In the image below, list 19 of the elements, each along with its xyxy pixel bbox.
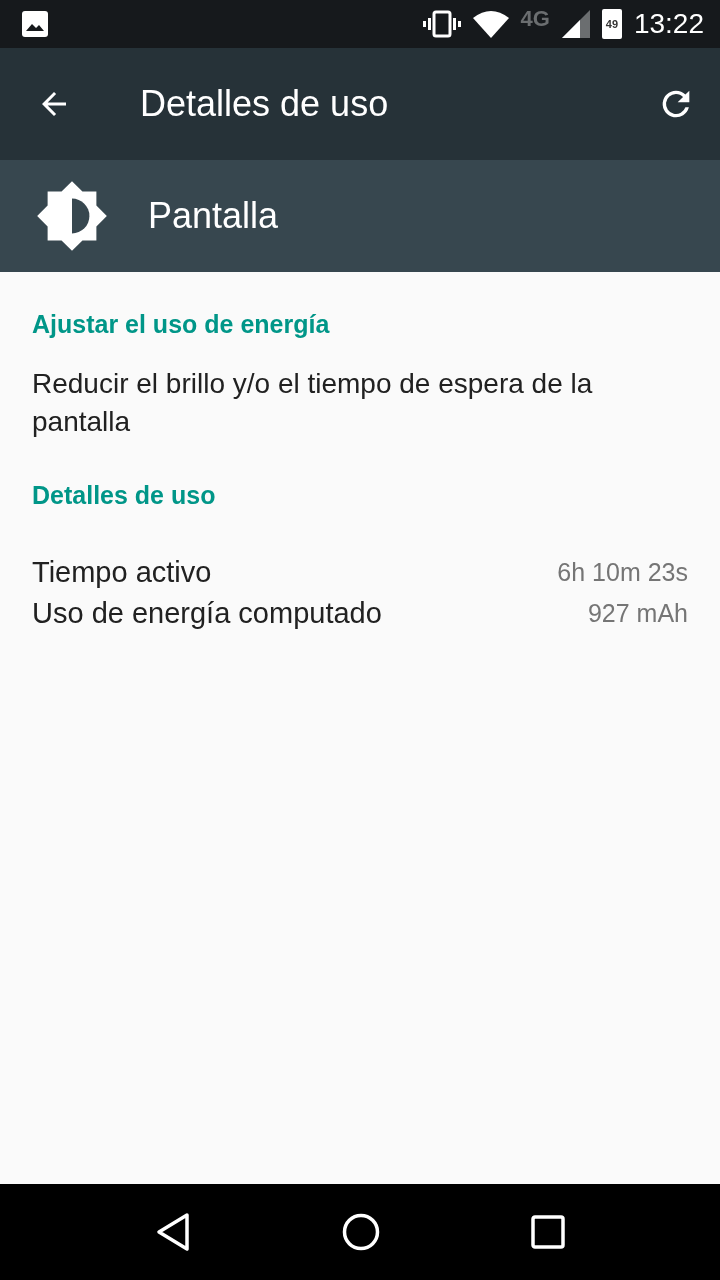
app-bar-title: Detalles de uso bbox=[140, 83, 389, 125]
stat-value: 927 mAh bbox=[587, 599, 688, 628]
section-header: Ajustar el uso de energía bbox=[32, 310, 331, 339]
signal-icon bbox=[561, 10, 590, 38]
section-header: Detalles de uso bbox=[32, 481, 217, 510]
vibrate-icon bbox=[422, 10, 461, 38]
wifi-icon bbox=[472, 10, 509, 38]
app-name: Pantalla bbox=[148, 195, 279, 237]
battery-icon: 49 bbox=[601, 9, 622, 39]
image-icon bbox=[22, 11, 48, 37]
tip-text: Reducir el brillo y/o el tiempo de espera de la pantalla bbox=[32, 367, 594, 439]
back-nav-button[interactable] bbox=[155, 1212, 192, 1252]
recents-button[interactable] bbox=[530, 1215, 565, 1249]
stat-label: Uso de energía computado bbox=[32, 597, 382, 630]
stat-label: Tiempo activo bbox=[32, 556, 212, 589]
clock: 13:22 bbox=[633, 8, 704, 40]
stat-value: 6h 10m 23s bbox=[557, 558, 688, 587]
home-button[interactable] bbox=[342, 1213, 380, 1251]
network-type: 4G bbox=[520, 6, 550, 32]
